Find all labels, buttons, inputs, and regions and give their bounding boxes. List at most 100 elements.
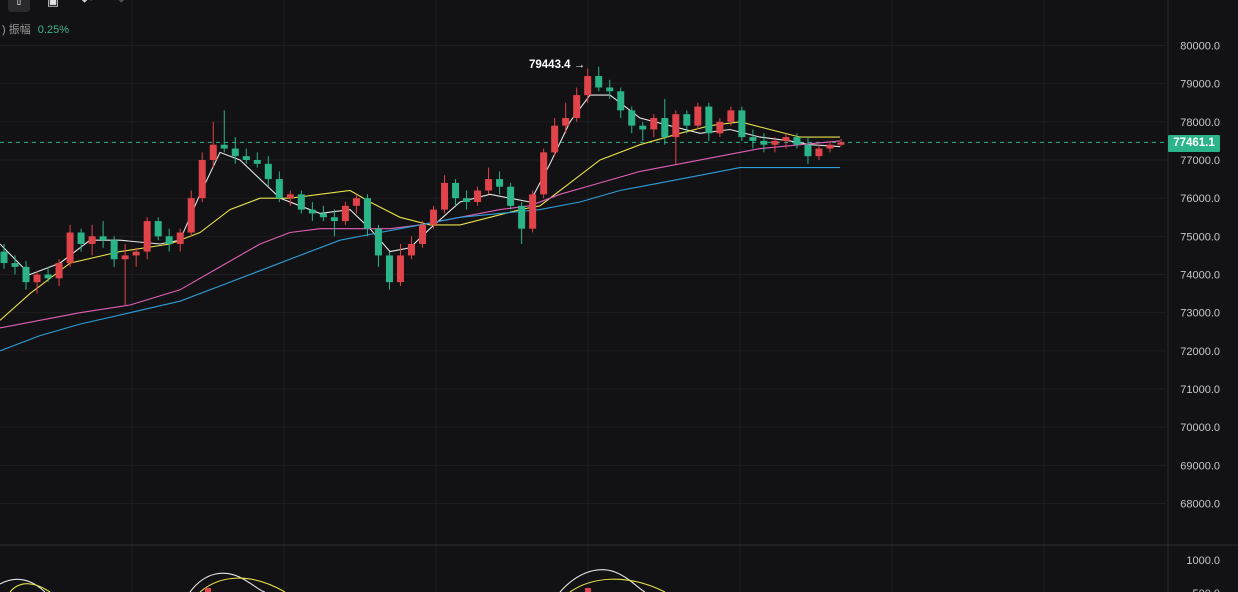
candle [749,129,757,149]
candle-body [650,118,658,130]
candle-body [573,95,581,119]
candle-body [628,110,636,126]
candle-body [661,118,669,138]
candle [496,171,504,195]
candle-body [242,156,250,160]
candle-body [749,137,757,141]
candle-body [793,137,801,145]
candle-body [44,274,52,279]
candle [253,152,261,168]
candle [165,228,173,252]
candle [672,110,680,164]
candle-body [837,142,845,145]
candle [639,121,647,141]
y-tick-label: 77000.0 [1180,155,1220,167]
candle [22,261,30,290]
y-tick-label: 70000.0 [1180,422,1220,434]
candle-body [154,221,162,237]
candle [363,194,371,237]
candle-body [132,251,140,256]
price-chart[interactable]: 80000.0 79000.0 78000.0 77000.0 76000.0 75000… [0,0,1238,592]
candle-body [209,144,217,160]
y-tick-label: 78000.0 [1180,117,1220,129]
candle [264,156,272,187]
candle-body [441,182,449,210]
candle [220,110,228,153]
candle [529,190,537,233]
candle [88,224,96,256]
cursor-icon[interactable]: ⇧ [8,0,30,12]
candle-body [308,209,316,214]
candle-body [385,255,393,283]
sub-indicator-curve [189,572,266,592]
candle-body [430,209,438,225]
candle [187,190,195,237]
candle [242,148,250,164]
candle [419,221,426,248]
candle [705,102,713,141]
candle-body [77,232,85,244]
drawing-toolbar: ⇧ ▣ ↶ ↷ [0,0,140,12]
undo-icon[interactable]: ↶ [76,0,98,12]
candle [319,205,327,222]
candle-body [771,140,779,145]
amplitude-value: 0.25% [37,24,69,36]
candle [308,201,316,222]
candle-body [782,137,790,141]
sub-y-tick-label: 500.0 [1192,588,1220,592]
candle [176,228,184,252]
sub-bar [585,588,591,592]
candle-body [143,221,151,252]
candle-body [716,121,724,134]
candle-body [474,190,482,202]
y-tick-label: 72000.0 [1180,346,1220,358]
redo-icon[interactable]: ↷ [108,0,130,12]
candle-body [804,144,812,157]
candle [341,201,349,225]
price-axis[interactable]: 80000.0 79000.0 78000.0 77000.0 76000.0 75000… [1180,41,1220,592]
ma-line-1 [0,121,840,321]
candle [573,87,581,122]
candle [143,217,151,260]
candle-body [485,179,493,191]
y-tick-label: 76000.0 [1180,193,1220,205]
candle [463,190,471,210]
candle-body [363,198,371,229]
candle [562,102,570,134]
candle-body [297,194,305,210]
candle-body [66,232,74,264]
candle-body [352,198,360,206]
candle-body [639,125,647,130]
candle [738,106,746,141]
candle [99,221,107,248]
sub-indicator-panel [0,569,666,592]
candle-body [419,224,426,244]
candle [694,102,702,130]
y-tick-label: 75000.0 [1180,231,1220,243]
candle-body [551,125,559,153]
candle [650,114,658,138]
candle [551,118,559,157]
candle-body [826,144,834,149]
candle-body [617,91,625,111]
candle [507,182,515,210]
candle [595,66,603,92]
candle [407,236,415,260]
candle-body [88,236,96,244]
candle-body [99,236,107,241]
y-tick-label: 71000.0 [1180,384,1220,396]
y-tick-label: 68000.0 [1180,499,1220,511]
trash-icon[interactable]: ▣ [42,0,64,12]
sub-y-tick-label: 1000.0 [1186,555,1220,567]
y-tick-label: 73000.0 [1180,308,1220,320]
candle-body [286,194,294,199]
candle-body [727,110,735,122]
candle-body [407,243,415,256]
candle-body [496,179,504,187]
candle [275,171,283,202]
candle [55,259,63,286]
candle-body [672,114,680,138]
amplitude-readout: ) 振幅 0.25% [2,21,69,37]
current-price-tag: 77461.1 [1168,135,1220,152]
candle [297,190,305,214]
